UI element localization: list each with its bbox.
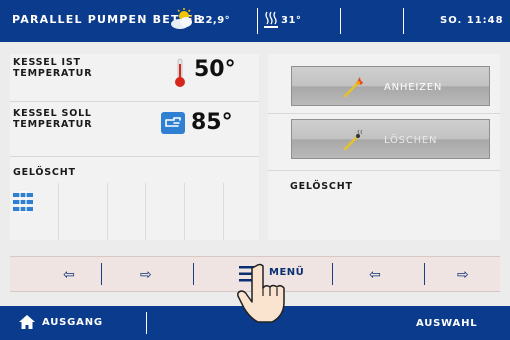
grid-line <box>145 183 146 240</box>
arrow-left-icon[interactable]: ⇦ <box>369 267 381 283</box>
touch-hand-icon <box>237 263 285 323</box>
mixer-icon <box>13 191 33 213</box>
kessel-ist-label-line1: KESSEL IST <box>13 57 81 68</box>
kessel-soll-label-line1: KESSEL SOLL <box>13 108 92 119</box>
kessel-ist-label: KESSEL IST TEMPERATUR <box>13 57 93 79</box>
kessel-soll-label-line2: TEMPERATUR <box>13 118 93 130</box>
grid-line <box>58 183 59 240</box>
loeschen-label: LÖSCHEN <box>384 135 438 146</box>
separator <box>146 312 147 334</box>
clock: SO. 11:48 <box>440 15 504 26</box>
separator <box>101 263 102 285</box>
grid-line <box>223 183 224 240</box>
separator <box>332 263 333 285</box>
divider <box>10 101 259 102</box>
exit-button[interactable]: AUSGANG <box>42 317 103 328</box>
separator <box>257 8 258 34</box>
anheizen-label: ANHEIZEN <box>384 82 443 93</box>
status-bar: PARALLEL PUMPEN BETIEB 22,9° 31° SO. 11:… <box>0 0 510 42</box>
sun-cloud-icon <box>171 8 192 29</box>
arrow-right-icon[interactable]: ⇨ <box>457 267 469 283</box>
match-flame-icon <box>343 77 363 98</box>
home-icon[interactable] <box>18 314 36 330</box>
left-status-label: GELÖSCHT <box>13 167 76 178</box>
kessel-soll-label: KESSEL SOLL TEMPERATUR <box>13 108 93 130</box>
loeschen-button[interactable]: LÖSCHEN <box>291 119 490 159</box>
arrow-left-icon[interactable]: ⇦ <box>63 267 75 283</box>
divider <box>268 170 500 171</box>
outdoor-temperature: 22,9° <box>198 15 231 26</box>
thermometer-icon <box>175 58 185 87</box>
kessel-soll-value: 85° <box>191 110 233 135</box>
divider <box>268 113 500 114</box>
right-status-label: GELÖSCHT <box>290 181 353 192</box>
select-button[interactable]: AUSWAHL <box>416 318 477 329</box>
separator <box>403 8 404 34</box>
kessel-ist-value: 50° <box>194 57 236 82</box>
grid-line <box>107 183 108 240</box>
indoor-temperature: 31° <box>281 15 302 26</box>
divider <box>10 156 259 157</box>
separator <box>340 8 341 34</box>
arrow-right-icon[interactable]: ⇨ <box>140 267 152 283</box>
radiator-icon <box>264 11 278 28</box>
grid-line <box>184 183 185 240</box>
anheizen-button[interactable]: ANHEIZEN <box>291 66 490 106</box>
mixer-grid <box>10 183 259 240</box>
hand-pointer-icon <box>161 112 185 134</box>
kessel-ist-label-line2: TEMPERATUR <box>13 67 93 79</box>
separator <box>193 263 194 285</box>
separator <box>424 263 425 285</box>
extinguished-match-icon <box>343 129 363 151</box>
